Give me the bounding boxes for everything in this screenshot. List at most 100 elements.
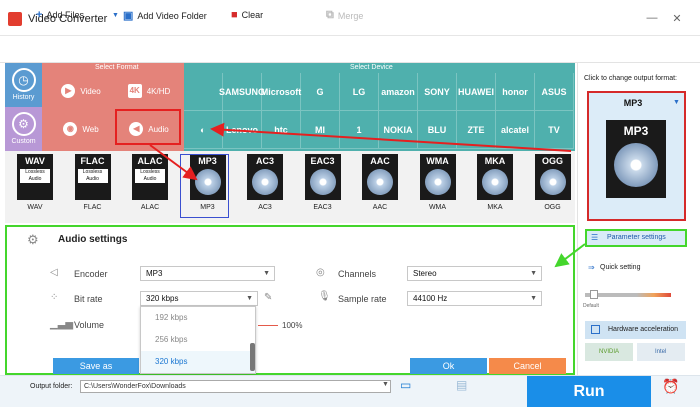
device-label: Lenovo	[225, 124, 258, 135]
format-item-ac3[interactable]: AC3 AC3	[243, 154, 287, 218]
save-as-button[interactable]: Save as	[53, 358, 139, 374]
output-folder-input[interactable]: C:\Users\WonderFox\Downloads	[80, 380, 391, 393]
select-device-header: Select Device	[350, 64, 393, 71]
arrow-icon: ⇒	[588, 263, 595, 272]
device-devices_row2-0[interactable]: ◐	[184, 111, 223, 149]
channels-label: Channels	[338, 269, 377, 279]
device-devices_row2-9[interactable]: TV	[535, 111, 574, 149]
audio-highlight-box	[115, 109, 181, 145]
channels-select[interactable]: Stereo ▼	[407, 266, 542, 281]
disc-icon	[367, 169, 393, 195]
select-format-header: Select Format	[95, 64, 139, 71]
format-category-video[interactable]: ▶ Video	[48, 72, 114, 110]
format-item-mka[interactable]: MKA MKA	[473, 154, 517, 218]
format-item-wma[interactable]: WMA WMA	[416, 154, 460, 218]
volume-slider[interactable]	[258, 325, 278, 326]
alarm-clock-icon[interactable]: ⏰	[662, 378, 679, 395]
hardware-acceleration-button[interactable]: Hardware acceleration	[585, 321, 686, 339]
nav-custom[interactable]: ⚙ Custom	[5, 107, 42, 151]
disc-icon	[252, 169, 278, 195]
samplerate-label: Sample rate	[338, 294, 387, 304]
parameter-settings-button[interactable]: Parameter settings	[585, 229, 687, 247]
format-icon-sub: Lossless Audio	[135, 169, 165, 183]
encoder-select[interactable]: MP3 ▼	[140, 266, 275, 281]
device-devices_row2-6[interactable]: BLU	[418, 111, 457, 149]
device-label: G	[316, 86, 324, 97]
format-category-4khd[interactable]: 4K 4K/HD	[116, 72, 182, 110]
device-devices_row1-9[interactable]: ASUS	[535, 73, 574, 111]
output-settings-icon[interactable]: ▤	[456, 378, 467, 392]
device-devices_row2-7[interactable]: ZTE	[457, 111, 496, 149]
device-devices_row1-1[interactable]: SAMSUNG	[219, 73, 265, 111]
intel-badge[interactable]: Intel	[637, 343, 685, 361]
format-item-alac[interactable]: ALAC Lossless Audio ALAC	[128, 154, 172, 218]
plus-icon: +	[36, 9, 43, 21]
device-devices_row1-0[interactable]	[184, 73, 223, 111]
chevron-down-icon: ▼	[530, 270, 537, 277]
bitrate-select[interactable]: 320 kbps ▼	[140, 291, 258, 306]
add-video-folder-button[interactable]: ▼ ▣ Add Video Folder	[112, 9, 207, 22]
device-devices_row1-7[interactable]: HUAWEI	[457, 73, 496, 111]
bitrate-option-selected[interactable]: 320 kbps	[141, 351, 255, 373]
bitrate-option[interactable]: 192 kbps	[141, 307, 255, 329]
play-icon: ▶	[61, 84, 76, 98]
audio-settings-title: Audio settings	[58, 234, 128, 245]
cancel-button[interactable]: Cancel	[489, 358, 566, 374]
chevron-down-icon: ▼	[263, 270, 270, 277]
disc-icon	[424, 169, 451, 195]
format-icon-name: ALAC	[137, 156, 163, 166]
format-item-aac[interactable]: AAC AAC	[358, 154, 402, 218]
device-devices_row2-2[interactable]: htc	[262, 111, 301, 149]
device-devices_row1-8[interactable]: honor	[496, 73, 535, 111]
ok-button[interactable]: Ok	[410, 358, 487, 374]
dropdown-scrollbar[interactable]	[250, 343, 255, 371]
format-item-ogg[interactable]: OGG OGG	[531, 154, 575, 218]
format-icon: EAC3	[304, 154, 341, 200]
format-label: MKA	[487, 204, 503, 211]
run-button[interactable]: Run	[527, 376, 651, 407]
device-label: HUAWEI	[458, 86, 494, 97]
device-label: honor	[502, 86, 528, 97]
clock-icon: ◷	[11, 68, 36, 92]
format-icon-sub: Lossless Audio	[20, 169, 50, 183]
device-label: ZTE	[467, 124, 485, 135]
open-folder-icon[interactable]: ▭	[400, 378, 411, 392]
format-item-wav[interactable]: WAV Lossless Audio WAV	[13, 154, 57, 218]
chevron-down-icon: ▼	[246, 295, 253, 302]
format-category-label: Web	[82, 124, 99, 134]
device-devices_row2-5[interactable]: NOKIA	[379, 111, 418, 149]
device-devices_row2-4[interactable]: 1	[340, 111, 379, 149]
nav-history[interactable]: ◷ History	[5, 63, 42, 107]
device-devices_row2-8[interactable]: alcatel	[496, 111, 535, 149]
folder-plus-icon: ▣	[122, 10, 134, 22]
format-icon-name: MKA	[484, 156, 506, 166]
add-files-button[interactable]: + Add Files	[36, 9, 84, 21]
device-devices_row1-5[interactable]: amazon	[379, 73, 418, 111]
close-button[interactable]: ✕	[670, 12, 684, 25]
device-label: amazon	[381, 86, 415, 97]
device-label: ◐	[200, 124, 206, 135]
bitrate-option[interactable]: 256 kbps	[141, 329, 255, 351]
output-folder-dropdown-icon[interactable]: ▼	[382, 381, 389, 388]
pencil-icon[interactable]: ✎	[264, 292, 272, 303]
device-devices_row2-3[interactable]: MI	[301, 111, 340, 149]
minimize-button[interactable]: —	[645, 12, 659, 24]
encoder-icon: ◁	[50, 267, 58, 278]
device-devices_row1-2[interactable]: Microsoft	[261, 73, 301, 111]
dropdown-arrow-icon: ▼	[112, 12, 119, 19]
device-devices_row1-6[interactable]: SONY	[418, 73, 457, 111]
samplerate-select[interactable]: 44100 Hz ▼	[407, 291, 542, 306]
merge-button[interactable]: ⧉ Merge	[326, 9, 363, 22]
nvidia-badge[interactable]: NVIDIA	[585, 343, 633, 361]
device-devices_row1-3[interactable]: G	[301, 73, 340, 111]
slider-thumb[interactable]	[590, 290, 598, 299]
clear-button[interactable]: ■ Clear	[231, 9, 263, 21]
format-item-flac[interactable]: FLAC Lossless Audio FLAC	[71, 154, 115, 218]
device-devices_row1-4[interactable]: LG	[340, 73, 379, 111]
format-category-web[interactable]: ◉ Web	[48, 110, 114, 148]
format-category-label: Video	[80, 86, 101, 96]
format-item-eac3[interactable]: EAC3 EAC3	[301, 154, 345, 218]
device-devices_row2-1[interactable]: Lenovo	[223, 111, 262, 149]
quick-setting-label: Quick setting	[600, 264, 641, 271]
format-icon: WMA	[419, 154, 456, 200]
